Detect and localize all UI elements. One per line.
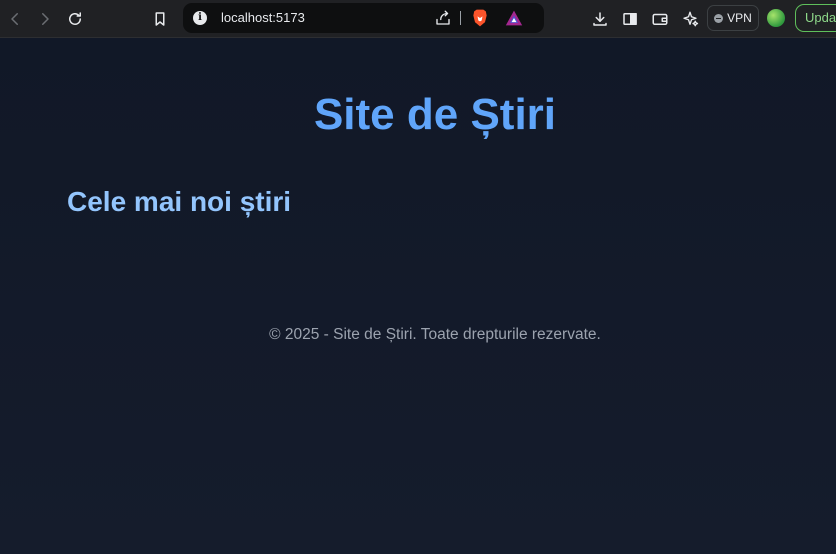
back-button[interactable] <box>3 7 27 31</box>
forward-button[interactable] <box>33 7 57 31</box>
footer-copyright: © 2025 - Site de Știri. Toate drepturile… <box>269 326 601 343</box>
url-text[interactable]: localhost:5173 <box>221 10 305 25</box>
leo-ai-button[interactable] <box>678 7 702 31</box>
brave-shields-icon[interactable] <box>470 8 490 28</box>
sidebar-button[interactable] <box>618 7 642 31</box>
page-content: Site de Știri Cele mai noi știri © 2025 … <box>0 39 836 554</box>
vpn-button[interactable]: VPN <box>707 5 759 31</box>
browser-toolbar: i localhost:5173 VPN Update <box>0 0 836 38</box>
reload-button[interactable] <box>63 7 87 31</box>
reload-icon <box>69 12 81 25</box>
forward-icon <box>42 13 49 25</box>
wallet-icon <box>652 13 668 25</box>
brave-rewards-icon[interactable] <box>504 9 524 27</box>
downloads-button[interactable] <box>588 7 612 31</box>
download-icon <box>593 12 607 26</box>
bookmark-button[interactable] <box>148 7 172 31</box>
address-bar[interactable]: i localhost:5173 <box>183 3 544 33</box>
sidebar-icon <box>623 13 637 25</box>
back-icon <box>11 13 18 25</box>
vpn-label: VPN <box>727 11 752 25</box>
omnibox-divider <box>460 11 461 25</box>
vpn-icon <box>714 13 724 23</box>
bookmark-icon <box>155 12 165 26</box>
site-title: Site de Știri <box>313 90 557 139</box>
share-icon[interactable] <box>434 9 452 27</box>
wallet-button[interactable] <box>648 7 672 31</box>
site-info-icon[interactable]: i <box>193 11 207 25</box>
profile-avatar[interactable] <box>767 9 785 27</box>
section-heading-latest-news: Cele mai noi știri <box>67 186 292 217</box>
leo-ai-icon <box>683 11 699 27</box>
update-button[interactable]: Update <box>795 4 836 32</box>
